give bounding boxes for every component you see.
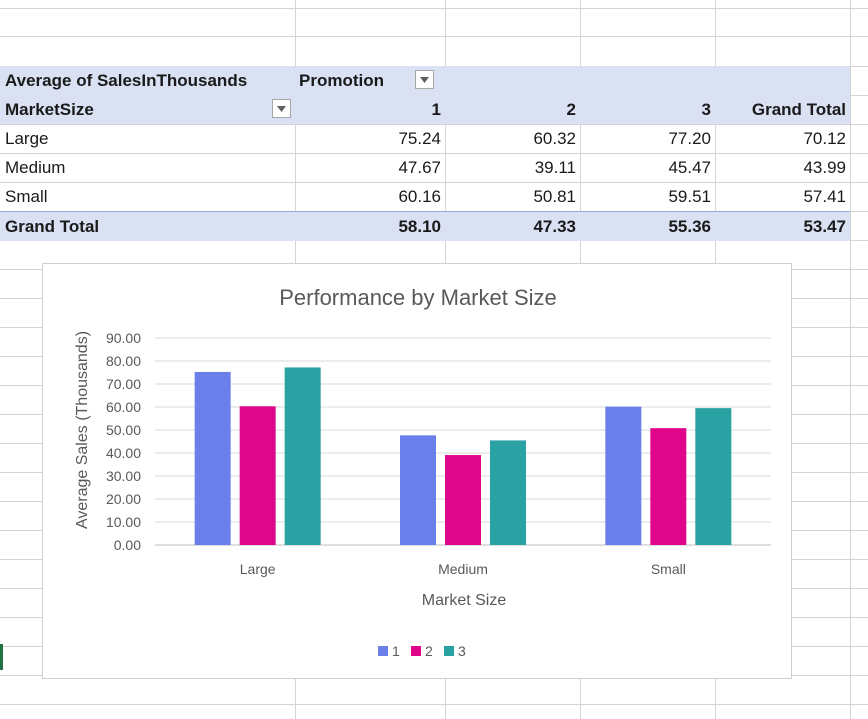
value-cell[interactable]: 43.99 — [715, 153, 846, 182]
bar[interactable] — [650, 428, 687, 545]
y-tick-label: 0.00 — [114, 537, 141, 553]
bar[interactable] — [284, 367, 321, 545]
value-cell[interactable]: 50.81 — [445, 182, 576, 211]
grand-total-cell[interactable]: 53.47 — [715, 212, 846, 241]
row-label[interactable]: Medium — [5, 153, 65, 182]
y-tick-label: 40.00 — [106, 445, 141, 461]
value-cell[interactable]: 57.41 — [715, 182, 846, 211]
chevron-down-icon — [420, 76, 429, 83]
bar[interactable] — [605, 406, 642, 545]
legend[interactable]: 1 2 3 — [378, 643, 466, 659]
bar[interactable] — [490, 440, 526, 545]
x-tick-label: Large — [240, 561, 276, 577]
y-tick-label: 70.00 — [106, 376, 141, 392]
y-axis-ticks: 0.00 10.00 20.00 30.00 40.00 50.00 60.00 70.00 8… — [106, 330, 141, 553]
pivot-column-field: Promotion — [299, 71, 384, 90]
bar[interactable] — [194, 371, 231, 545]
value-cell[interactable]: 60.16 — [300, 182, 441, 211]
value-cell[interactable]: 47.67 — [300, 153, 441, 182]
value-cell[interactable]: 77.20 — [580, 124, 711, 153]
grid-row-line — [0, 36, 868, 37]
bar[interactable] — [695, 408, 732, 545]
bar[interactable] — [239, 406, 276, 545]
grid-row-line — [0, 704, 868, 705]
bar[interactable] — [400, 435, 436, 545]
value-cell[interactable]: 45.47 — [580, 153, 711, 182]
legend-swatch — [411, 646, 421, 656]
chart-area[interactable]: Performance by Market Size 0.00 10.00 20.0… — [42, 263, 792, 679]
marketsize-filter-button[interactable] — [272, 99, 291, 118]
grand-total-cell[interactable]: 55.36 — [580, 212, 711, 241]
value-cell[interactable]: 59.51 — [580, 182, 711, 211]
legend-swatch — [444, 646, 454, 656]
promotion-filter-button[interactable] — [415, 70, 434, 89]
legend-entry[interactable]: 3 — [458, 643, 466, 659]
y-tick-label: 20.00 — [106, 491, 141, 507]
grand-total-cell[interactable]: 47.33 — [445, 212, 576, 241]
pivot-row-medium[interactable]: Medium 47.67 39.11 45.47 43.99 — [0, 153, 850, 182]
bars[interactable] — [194, 367, 732, 545]
x-axis-ticks: Large Medium Small — [240, 561, 686, 577]
value-cell[interactable]: 60.32 — [445, 124, 576, 153]
bar-chart[interactable]: Performance by Market Size 0.0010.0020.0… — [43, 264, 793, 680]
column-header-3: 3 — [701, 100, 711, 119]
pivot-row-large[interactable]: Large 75.24 60.32 77.20 70.12 — [0, 124, 850, 153]
x-axis-title[interactable]: Market Size — [422, 592, 507, 609]
value-cell[interactable]: 70.12 — [715, 124, 846, 153]
y-tick-label: 10.00 — [106, 514, 141, 530]
y-tick-label: 50.00 — [106, 422, 141, 438]
grand-total-cell[interactable]: 58.10 — [300, 212, 441, 241]
selection-indicator — [0, 644, 3, 670]
bar[interactable] — [445, 455, 481, 545]
x-tick-label: Small — [651, 561, 686, 577]
pivot-row-small[interactable]: Small 60.16 50.81 59.51 57.41 — [0, 182, 850, 211]
y-tick-label: 30.00 — [106, 468, 141, 484]
pivot-table[interactable]: Average of SalesInThousands Promotion Ma… — [0, 66, 850, 241]
y-tick-label: 90.00 — [106, 330, 141, 346]
column-header-grand-total: Grand Total — [751, 100, 846, 119]
pivot-header-row-1: Average of SalesInThousands Promotion — [0, 66, 850, 95]
pivot-value-label: Average of SalesInThousands — [5, 71, 248, 90]
chart-title[interactable]: Performance by Market Size — [279, 285, 557, 310]
legend-entry[interactable]: 1 — [392, 643, 400, 659]
pivot-header-row-2: MarketSize 1 2 3 Grand Total — [0, 95, 850, 124]
row-label[interactable]: Large — [5, 124, 48, 153]
column-header-2: 2 — [566, 100, 576, 119]
value-cell[interactable]: 75.24 — [300, 124, 441, 153]
y-tick-label: 60.00 — [106, 399, 141, 415]
pivot-row-field: MarketSize — [5, 100, 94, 119]
column-header-1: 1 — [431, 100, 441, 119]
grand-total-label[interactable]: Grand Total — [5, 212, 99, 241]
row-label[interactable]: Small — [5, 182, 48, 211]
legend-swatch — [378, 646, 388, 656]
pivot-grand-total-row[interactable]: Grand Total 58.10 47.33 55.36 53.47 — [0, 211, 850, 241]
grid-column-line — [850, 0, 851, 719]
y-tick-label: 80.00 — [106, 353, 141, 369]
legend-entry[interactable]: 2 — [425, 643, 433, 659]
x-tick-label: Medium — [438, 561, 488, 577]
chevron-down-icon — [277, 105, 286, 112]
y-axis-title[interactable]: Average Sales (Thousands) — [74, 331, 91, 529]
value-cell[interactable]: 39.11 — [445, 153, 576, 182]
grid-row-line — [0, 8, 868, 9]
